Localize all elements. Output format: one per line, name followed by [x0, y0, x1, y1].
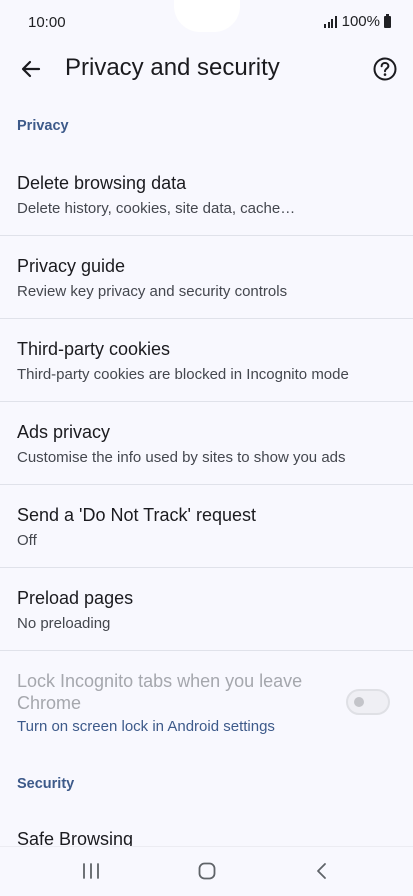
setting-title: Third-party cookies: [17, 339, 171, 359]
recent-apps-button[interactable]: [76, 859, 106, 883]
setting-title: Safe Browsing: [17, 829, 134, 846]
setting-title: Send a 'Do Not Track' request: [17, 505, 256, 525]
setting-subtitle: Off: [17, 532, 37, 549]
setting-preload-pages[interactable]: Preload pages No preloading: [0, 568, 413, 650]
setting-subtitle: Delete history, cookies, site data, cach…: [17, 200, 296, 217]
setting-title: Privacy guide: [17, 256, 126, 276]
lock-incognito-toggle[interactable]: [346, 689, 390, 715]
home-icon: [198, 862, 216, 880]
setting-subtitle: Review key privacy and security controls: [17, 283, 288, 300]
screen-lock-settings-link[interactable]: Turn on screen lock in Android settings: [17, 718, 275, 735]
page-title: Privacy and security: [65, 54, 280, 81]
status-bar: 10:00 100%: [0, 0, 413, 46]
recent-apps-icon: [83, 863, 99, 879]
chevron-left-icon: [317, 863, 326, 879]
system-navigation-bar: [0, 846, 413, 896]
setting-title: Ads privacy: [17, 422, 111, 442]
toggle-knob: [354, 697, 364, 707]
app-toolbar: Privacy and security: [0, 46, 413, 90]
setting-third-party-cookies[interactable]: Third-party cookies Third-party cookies …: [0, 319, 413, 401]
arrow-left-icon: [21, 60, 41, 78]
setting-subtitle: No preloading: [17, 615, 111, 632]
status-time: 10:00: [28, 14, 66, 31]
setting-subtitle: Third-party cookies are blocked in Incog…: [17, 366, 349, 383]
battery-percent: 100%: [341, 13, 380, 30]
battery-icon: [384, 13, 391, 28]
setting-lock-incognito: Lock Incognito tabs when you leave Chrom…: [0, 651, 413, 747]
setting-do-not-track[interactable]: Send a 'Do Not Track' request Off: [0, 485, 413, 567]
status-indicators: 100%: [324, 13, 391, 30]
setting-subtitle: Customise the info used by sites to show…: [17, 449, 346, 466]
setting-delete-browsing-data[interactable]: Delete browsing data Delete history, coo…: [0, 152, 413, 235]
setting-safe-browsing[interactable]: Safe Browsing: [0, 810, 413, 846]
section-header-privacy: Privacy: [17, 118, 69, 134]
setting-title: Lock Incognito tabs when you leave Chrom…: [17, 671, 303, 713]
signal-icon: [324, 15, 337, 28]
home-button[interactable]: [192, 859, 222, 883]
setting-title: Preload pages: [17, 588, 134, 608]
setting-privacy-guide[interactable]: Privacy guide Review key privacy and sec…: [0, 236, 413, 318]
setting-ads-privacy[interactable]: Ads privacy Customise the info used by s…: [0, 402, 413, 484]
help-button[interactable]: [371, 55, 399, 83]
help-circle-icon: [373, 57, 397, 81]
camera-notch: [174, 0, 240, 32]
section-header-security: Security: [17, 776, 75, 792]
back-button[interactable]: [16, 54, 46, 84]
back-nav-button[interactable]: [307, 859, 337, 883]
setting-title: Delete browsing data: [17, 173, 187, 193]
